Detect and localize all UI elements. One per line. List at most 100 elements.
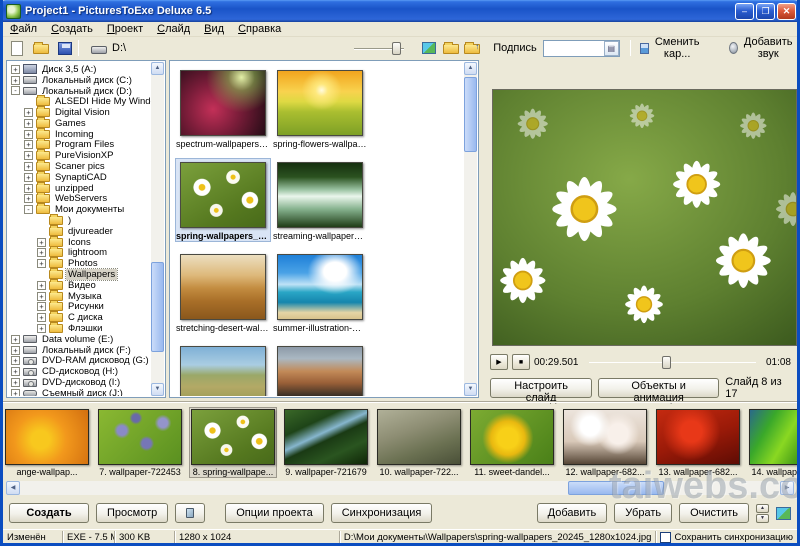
tree-item[interactable]: + DVD-дисковод (I:) — [8, 377, 151, 388]
tree-expander[interactable]: + — [24, 108, 33, 118]
slide-thumbnail[interactable] — [98, 409, 182, 465]
open-project-icon[interactable] — [33, 42, 49, 54]
scroll-left-icon[interactable]: ◀ — [6, 481, 20, 495]
tree-expander[interactable]: + — [24, 162, 33, 172]
tree-expander[interactable]: + — [37, 313, 46, 323]
slide-item[interactable]: ange-wallpap... — [3, 407, 91, 478]
tree-expander[interactable]: + — [11, 367, 20, 377]
tree-item[interactable]: - Мои документы — [8, 203, 151, 215]
customize-slide-button[interactable]: Настроить слайд — [490, 378, 593, 404]
menu-item[interactable]: Файл — [3, 23, 44, 35]
preview-button[interactable]: Просмотр — [96, 503, 169, 523]
tree-item-label[interactable]: Локальный диск (F:) — [40, 345, 133, 356]
tree-expander[interactable]: + — [37, 248, 46, 258]
tree-item[interactable]: + Музыка — [8, 289, 151, 302]
slide-thumbnail[interactable] — [191, 409, 275, 465]
close-button[interactable]: ✕ — [777, 2, 796, 20]
thumbnail-image[interactable] — [277, 70, 363, 136]
tree-expander[interactable]: - — [24, 205, 33, 215]
tree-item-label[interactable]: DVD-дисковод (I:) — [40, 377, 122, 388]
tree-expander[interactable]: + — [24, 118, 33, 128]
thumbnail-image[interactable] — [277, 162, 363, 228]
save-sync-option[interactable]: Сохранить синхронизацию — [656, 531, 797, 543]
tree-item-label[interactable]: Icons — [66, 237, 93, 248]
tree-item-label[interactable]: lightroom — [66, 247, 109, 258]
tree-item-label[interactable]: Рисунки — [66, 301, 106, 312]
slider-thumb[interactable] — [392, 42, 402, 55]
tree-item[interactable]: + lightroom — [8, 246, 151, 258]
tree-item[interactable]: + Локальный диск (C:) — [8, 75, 151, 86]
tree-expander[interactable]: + — [11, 388, 20, 396]
tree-expander[interactable]: + — [37, 259, 46, 269]
save-sync-checkbox[interactable] — [660, 531, 672, 543]
tree-expander[interactable]: + — [24, 194, 33, 204]
tree-item[interactable]: + Локальный диск (F:) — [8, 345, 151, 356]
seek-thumb[interactable] — [662, 356, 672, 369]
thumbnail-image[interactable] — [180, 162, 266, 228]
tree-scrollbar[interactable]: ▲ ▼ — [151, 62, 164, 396]
tree-expander[interactable]: + — [37, 237, 46, 247]
menu-item[interactable]: Справка — [231, 23, 288, 35]
tree-item-label[interactable]: CD-дисковод (H:) — [40, 366, 120, 377]
tree-expander[interactable]: + — [37, 280, 46, 290]
tree-item-label[interactable]: WebServers — [53, 193, 109, 204]
thumbnail-image[interactable] — [180, 346, 266, 396]
scroll-thumb[interactable] — [464, 77, 477, 152]
slide-item[interactable]: 14. wallpaper-674... — [747, 407, 797, 478]
tree-item[interactable]: + Data volume (E:) — [8, 334, 151, 345]
tree-expander[interactable]: + — [11, 378, 20, 387]
tree-expander[interactable]: + — [11, 75, 20, 85]
tree-item-label[interactable]: Photos — [66, 258, 100, 269]
parent-folder-icon[interactable] — [464, 42, 481, 54]
tree-item-label[interactable]: Музыка — [66, 291, 104, 302]
tree-item[interactable]: + Съемный диск (J:) — [8, 388, 151, 396]
tree-item-label[interactable]: Incoming — [53, 129, 96, 140]
tree-item[interactable]: + Digital Vision — [8, 106, 151, 118]
file-thumbnail[interactable]: stretching-desert-wallpa... — [175, 250, 271, 334]
tree-item[interactable]: + SynaptiCAD — [8, 170, 151, 183]
tree-expander[interactable]: + — [24, 151, 33, 161]
tree-expander[interactable]: + — [11, 64, 20, 74]
slide-thumbnail[interactable] — [563, 409, 647, 465]
tree-item[interactable]: + С диска — [8, 311, 151, 323]
fit-image-icon[interactable] — [422, 42, 437, 54]
tree-expander[interactable]: + — [24, 140, 33, 150]
tree-expander[interactable]: + — [37, 291, 46, 301]
spin-up-icon[interactable]: ▲ — [756, 503, 769, 513]
tree-item-label[interactable]: unzipped — [53, 183, 96, 194]
tree-item-label[interactable]: С диска — [66, 312, 105, 323]
file-thumbnail[interactable]: sundown-over-peaks-wal... — [272, 342, 368, 396]
tree-item-label[interactable]: PureVisionXP — [53, 150, 115, 161]
tree-item[interactable]: + Видео — [8, 278, 151, 291]
seek-slider[interactable] — [588, 355, 756, 369]
tree-item[interactable]: + Program Files — [8, 138, 151, 150]
menu-item[interactable]: Проект — [100, 23, 150, 35]
drive-selector[interactable]: D:\ — [112, 42, 126, 54]
slide-thumbnail[interactable] — [377, 409, 461, 465]
add-slide-button[interactable]: Добавить — [536, 503, 608, 523]
tree-expander[interactable]: + — [24, 129, 33, 139]
tree-item-label[interactable]: Wallpapers — [64, 268, 119, 282]
tree-item-label[interactable]: Program Files — [53, 139, 116, 150]
file-thumbnail[interactable]: spring-wallpapers_20... — [175, 158, 271, 242]
tree-item[interactable]: + Photos — [8, 257, 151, 269]
tree-item[interactable]: ALSEDI Hide My Windows — [8, 95, 151, 107]
tree-item[interactable]: ) — [8, 214, 151, 226]
open-folder-icon[interactable] — [443, 42, 460, 54]
tree-item-label[interactable]: Data volume (E:) — [40, 334, 115, 345]
tree-item-label[interactable]: ALSEDI Hide My Windows — [53, 96, 151, 107]
slide-item[interactable]: 13. wallpaper-682... — [654, 407, 742, 478]
objects-animation-button[interactable]: Объекты и анимация — [598, 378, 720, 404]
tree-item[interactable]: + Диск 3,5 (A:) — [8, 64, 151, 75]
slide-thumbnail[interactable] — [749, 409, 797, 465]
tree-item-label[interactable]: Видео — [66, 280, 98, 291]
slide-item[interactable]: 9. wallpaper-721679 — [282, 407, 370, 478]
file-thumbnail[interactable]: streaming-wallpapers_20... — [272, 158, 368, 242]
tree-item[interactable]: + PureVisionXP — [8, 149, 151, 161]
file-thumbnail[interactable]: spring-flowers-wallpaper... — [272, 66, 368, 150]
fullscreen-preview-button[interactable] — [175, 503, 206, 523]
minimize-button[interactable]: – — [735, 2, 754, 20]
thumbnails-scrollbar[interactable]: ▲ ▼ — [464, 62, 477, 396]
drive-icon[interactable] — [91, 45, 107, 54]
tree-item-label[interactable]: Мои документы — [53, 204, 126, 215]
